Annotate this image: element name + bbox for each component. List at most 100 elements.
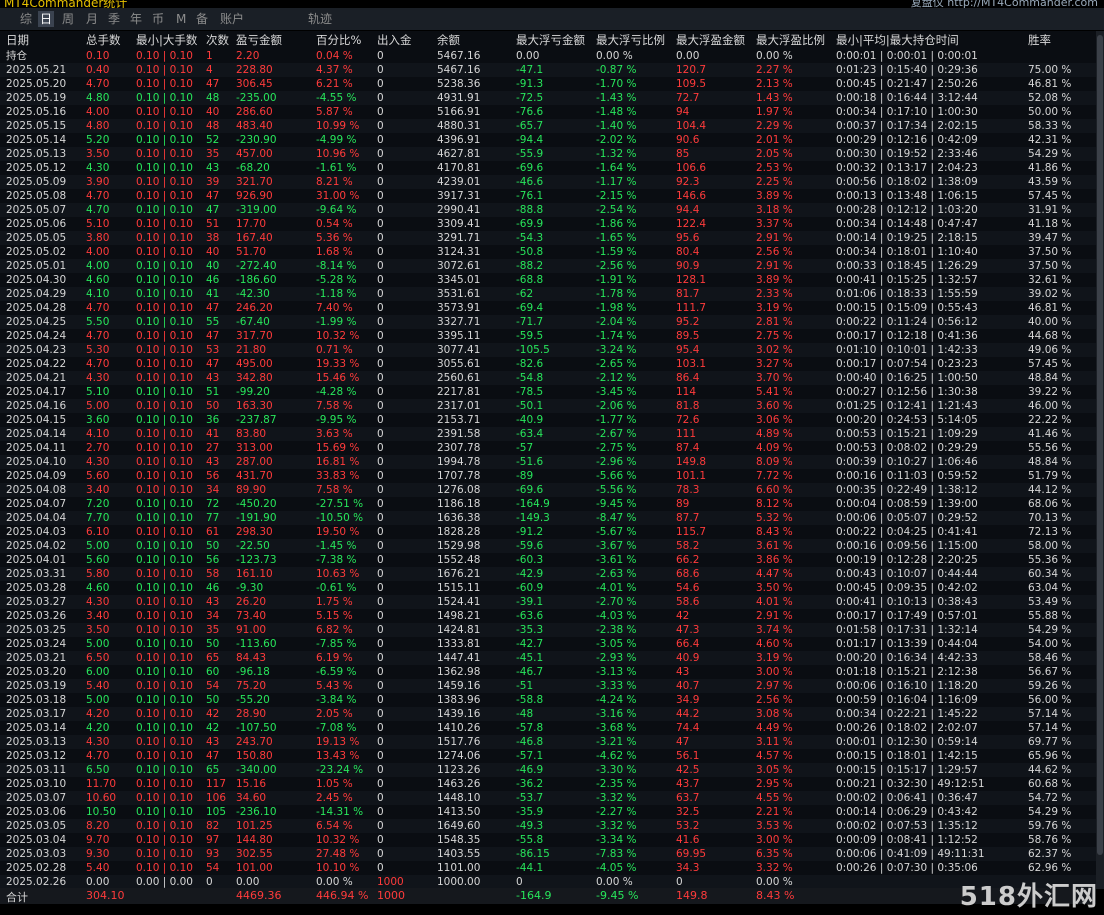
table-row[interactable]: 2025.05.08 4.70 0.10 | 0.10 47 926.90 31.00 %…	[0, 189, 1096, 203]
hold-time-cell: 0:00:26 | 0:18:02 | 2:02:07	[836, 722, 978, 734]
table-row[interactable]: 2025.04.08 3.40 0.10 | 0.10 34 89.90 7.58 % 0 1…	[0, 483, 1096, 497]
max-floating-profit-cell: 58.6	[676, 596, 700, 608]
table-row[interactable]: 2025.03.18 5.00 0.10 | 0.10 50 -55.20 -3.84 %…	[0, 693, 1096, 707]
date-cell: 2025.04.17	[6, 386, 67, 398]
table-row[interactable]: 2025.05.15 4.80 0.10 | 0.10 48 483.40 10.99 %…	[0, 119, 1096, 133]
table-row[interactable]: 2025.03.21 6.50 0.10 | 0.10 65 84.43 6.19 % 0 1…	[0, 651, 1096, 665]
column-header[interactable]: 次数	[206, 33, 229, 48]
table-row[interactable]: 2025.03.12 4.70 0.10 | 0.10 47 150.80 13.43 %…	[0, 749, 1096, 763]
balance-cell: 1274.06	[437, 750, 481, 762]
table-row[interactable]: 2025.03.07 10.60 0.10 | 0.10 106 34.60 2.45 %…	[0, 791, 1096, 805]
balance-cell: 1676.21	[437, 568, 481, 580]
column-header[interactable]: 最小|大手数	[136, 33, 197, 48]
table-row[interactable]: 2025.04.22 4.70 0.10 | 0.10 47 495.00 19.33 %…	[0, 357, 1096, 371]
column-header[interactable]: 最大浮盈金额	[676, 33, 745, 48]
menu-item[interactable]: 周	[60, 11, 76, 27]
table-row[interactable]: 2025.03.13 4.30 0.10 | 0.10 43 243.70 19.13 %…	[0, 735, 1096, 749]
table-row[interactable]: 2025.04.03 6.10 0.10 | 0.10 61 298.30 19.50 %…	[0, 525, 1096, 539]
table-row[interactable]: 2025.05.16 4.00 0.10 | 0.10 40 286.60 5.87 % 0…	[0, 105, 1096, 119]
table-row[interactable]: 2025.05.12 4.30 0.10 | 0.10 43 -68.20 -1.61 %…	[0, 161, 1096, 175]
table-row[interactable]: 2025.04.11 2.70 0.10 | 0.10 27 313.00 15.69 %…	[0, 441, 1096, 455]
table-row[interactable]: 2025.05.14 5.20 0.10 | 0.10 52 -230.90 -4.99 …	[0, 133, 1096, 147]
table-row[interactable]: 2025.05.02 4.00 0.10 | 0.10 40 51.70 1.68 % 0 3…	[0, 245, 1096, 259]
table-row[interactable]: 2025.03.19 5.40 0.10 | 0.10 54 75.20 5.43 % 0 1…	[0, 679, 1096, 693]
table-row[interactable]: 2025.03.04 9.70 0.10 | 0.10 97 144.80 10.32 %…	[0, 833, 1096, 847]
column-header[interactable]: 最大浮亏比例	[596, 33, 665, 48]
table-row[interactable]: 2025.03.11 6.50 0.10 | 0.10 65 -340.00 -23.24…	[0, 763, 1096, 777]
menu-item[interactable]: 月	[84, 11, 100, 27]
menu-item[interactable]: M	[174, 11, 188, 27]
table-row[interactable]: 2025.05.07 4.70 0.10 | 0.10 47 -319.00 -9.64 …	[0, 203, 1096, 217]
column-header[interactable]: 最大浮亏金额	[516, 33, 585, 48]
table-row[interactable]: 2025.04.07 7.20 0.10 | 0.10 72 -450.20 -27.51…	[0, 497, 1096, 511]
table-row[interactable]: 2025.02.26 0.00 0.00 | 0.00 0 0.00 0.00 % 1000…	[0, 875, 1096, 889]
menu-item[interactable]: 轨迹	[306, 11, 334, 27]
menu-item[interactable]: 币	[150, 11, 166, 27]
column-header[interactable]: 盈亏金额	[236, 33, 282, 48]
table-row[interactable]: 2025.04.01 5.60 0.10 | 0.10 56 -123.73 -7.38 …	[0, 553, 1096, 567]
scrollbar-thumb[interactable]	[1097, 35, 1103, 855]
table-row[interactable]: 2025.04.25 5.50 0.10 | 0.10 55 -67.40 -1.99 %…	[0, 315, 1096, 329]
vertical-scrollbar[interactable]	[1096, 31, 1104, 889]
table-row[interactable]: 2025.04.14 4.10 0.10 | 0.10 41 83.80 3.63 % 0 2…	[0, 427, 1096, 441]
column-header[interactable]: 日期	[6, 33, 29, 48]
menu-item[interactable]: 备	[194, 11, 210, 27]
table-row[interactable]: 2025.03.10 11.70 0.10 | 0.10 117 15.16 1.05 %…	[0, 777, 1096, 791]
table-row[interactable]: 2025.03.03 9.30 0.10 | 0.10 93 302.55 27.48 %…	[0, 847, 1096, 861]
table-row[interactable]: 2025.03.27 4.30 0.10 | 0.10 43 26.20 1.75 % 0 1…	[0, 595, 1096, 609]
pnl-cell: -319.00	[236, 204, 277, 216]
table-row[interactable]: 2025.04.04 7.70 0.10 | 0.10 77 -191.90 -10.50…	[0, 511, 1096, 525]
menu-item[interactable]: 年	[128, 11, 144, 27]
max-drawdown-cell: -88.8	[516, 204, 544, 216]
table-row[interactable]: 2025.04.02 5.00 0.10 | 0.10 50 -22.50 -1.45 %…	[0, 539, 1096, 553]
column-header[interactable]: 最大浮盈比例	[756, 33, 825, 48]
table-row[interactable]: 2025.05.21 0.40 0.10 | 0.10 4 228.80 4.37 % 0 5…	[0, 63, 1096, 77]
column-header[interactable]: 总手数	[86, 33, 121, 48]
table-row[interactable]: 2025.03.28 4.60 0.10 | 0.10 46 -9.30 -0.61 % 0…	[0, 581, 1096, 595]
menu-item[interactable]: 季	[106, 11, 122, 27]
table-row[interactable]: 2025.02.28 5.40 0.10 | 0.10 54 101.00 10.10 %…	[0, 861, 1096, 875]
table-row[interactable]: 2025.04.23 5.30 0.10 | 0.10 53 21.80 0.71 % 0 3…	[0, 343, 1096, 357]
menu-item[interactable]: 账户	[218, 11, 246, 27]
table-row[interactable]: 2025.03.05 8.20 0.10 | 0.10 82 101.25 6.54 % 0…	[0, 819, 1096, 833]
max-drawdown-pct-cell: -5.56 %	[596, 484, 637, 496]
column-header[interactable]: 胜率	[1028, 33, 1051, 48]
balance-cell: 1636.38	[437, 512, 481, 524]
menu-item[interactable]: 日	[38, 11, 55, 27]
hold-time-cell: 0:01:17 | 0:13:39 | 0:44:04	[836, 638, 978, 650]
column-header[interactable]: 出入金	[377, 33, 412, 48]
table-row[interactable]: 2025.03.31 5.80 0.10 | 0.10 58 161.10 10.63 %…	[0, 567, 1096, 581]
table-row[interactable]: 2025.05.09 3.90 0.10 | 0.10 39 321.70 8.21 % 0…	[0, 175, 1096, 189]
table-row[interactable]: 2025.04.10 4.30 0.10 | 0.10 43 287.00 16.81 %…	[0, 455, 1096, 469]
table-row[interactable]: 2025.05.19 4.80 0.10 | 0.10 48 -235.00 -4.55 …	[0, 91, 1096, 105]
table-row[interactable]: 2025.04.17 5.10 0.10 | 0.10 51 -99.20 -4.28 %…	[0, 385, 1096, 399]
table-row[interactable]: 2025.03.14 4.20 0.10 | 0.10 42 -107.50 -7.08 …	[0, 721, 1096, 735]
column-header[interactable]: 百分比%	[316, 33, 361, 48]
menu-item[interactable]: 综	[18, 11, 34, 27]
table-row[interactable]: 2025.04.28 4.70 0.10 | 0.10 47 246.20 7.40 % 0…	[0, 301, 1096, 315]
deposit-cell: 0	[377, 176, 384, 188]
column-header[interactable]: 余额	[437, 33, 460, 48]
table-row[interactable]: 2025.04.24 4.70 0.10 | 0.10 47 317.70 10.32 %…	[0, 329, 1096, 343]
table-row[interactable]: 2025.04.30 4.60 0.10 | 0.10 46 -186.60 -5.28 …	[0, 273, 1096, 287]
table-row[interactable]: 2025.05.20 4.70 0.10 | 0.10 47 306.45 6.21 % 0…	[0, 77, 1096, 91]
table-row[interactable]: 2025.03.24 5.00 0.10 | 0.10 50 -113.60 -7.85 …	[0, 637, 1096, 651]
table-row[interactable]: 2025.04.21 4.30 0.10 | 0.10 43 342.80 15.46 %…	[0, 371, 1096, 385]
table-row[interactable]: 2025.04.29 4.10 0.10 | 0.10 41 -42.30 -1.18 %…	[0, 287, 1096, 301]
max-drawdown-cell: -48	[516, 708, 534, 720]
table-row[interactable]: 2025.05.05 3.80 0.10 | 0.10 38 167.40 5.36 % 0…	[0, 231, 1096, 245]
table-row[interactable]: 2025.03.20 6.00 0.10 | 0.10 60 -96.18 -6.59 %…	[0, 665, 1096, 679]
table-row[interactable]: 2025.04.16 5.00 0.10 | 0.10 50 163.30 7.58 % 0…	[0, 399, 1096, 413]
max-drawdown-cell: -164.9	[516, 498, 550, 510]
table-row[interactable]: 2025.03.25 3.50 0.10 | 0.10 35 91.00 6.82 % 0 1…	[0, 623, 1096, 637]
table-row[interactable]: 2025.05.01 4.00 0.10 | 0.10 40 -272.40 -8.14 …	[0, 259, 1096, 273]
table-row[interactable]: 2025.03.06 10.50 0.10 | 0.10 105 -236.10 -14.…	[0, 805, 1096, 819]
table-row[interactable]: 2025.05.13 3.50 0.10 | 0.10 35 457.00 10.96 %…	[0, 147, 1096, 161]
table-row[interactable]: 2025.03.26 3.40 0.10 | 0.10 34 73.40 5.15 % 0 1…	[0, 609, 1096, 623]
holding-row[interactable]: 持仓 0.10 0.10 | 0.10 1 2.20 0.04 % 0 5467.16 0.00…	[0, 49, 1096, 63]
table-row[interactable]: 2025.04.15 3.60 0.10 | 0.10 36 -237.87 -9.95 …	[0, 413, 1096, 427]
column-header[interactable]: 最小|平均|最大持仓时间	[836, 33, 959, 48]
table-row[interactable]: 2025.04.09 5.60 0.10 | 0.10 56 431.70 33.83 %…	[0, 469, 1096, 483]
table-row[interactable]: 2025.03.17 4.20 0.10 | 0.10 42 28.90 2.05 % 0 1…	[0, 707, 1096, 721]
table-row[interactable]: 2025.05.06 5.10 0.10 | 0.10 51 17.70 0.54 % 0 3…	[0, 217, 1096, 231]
